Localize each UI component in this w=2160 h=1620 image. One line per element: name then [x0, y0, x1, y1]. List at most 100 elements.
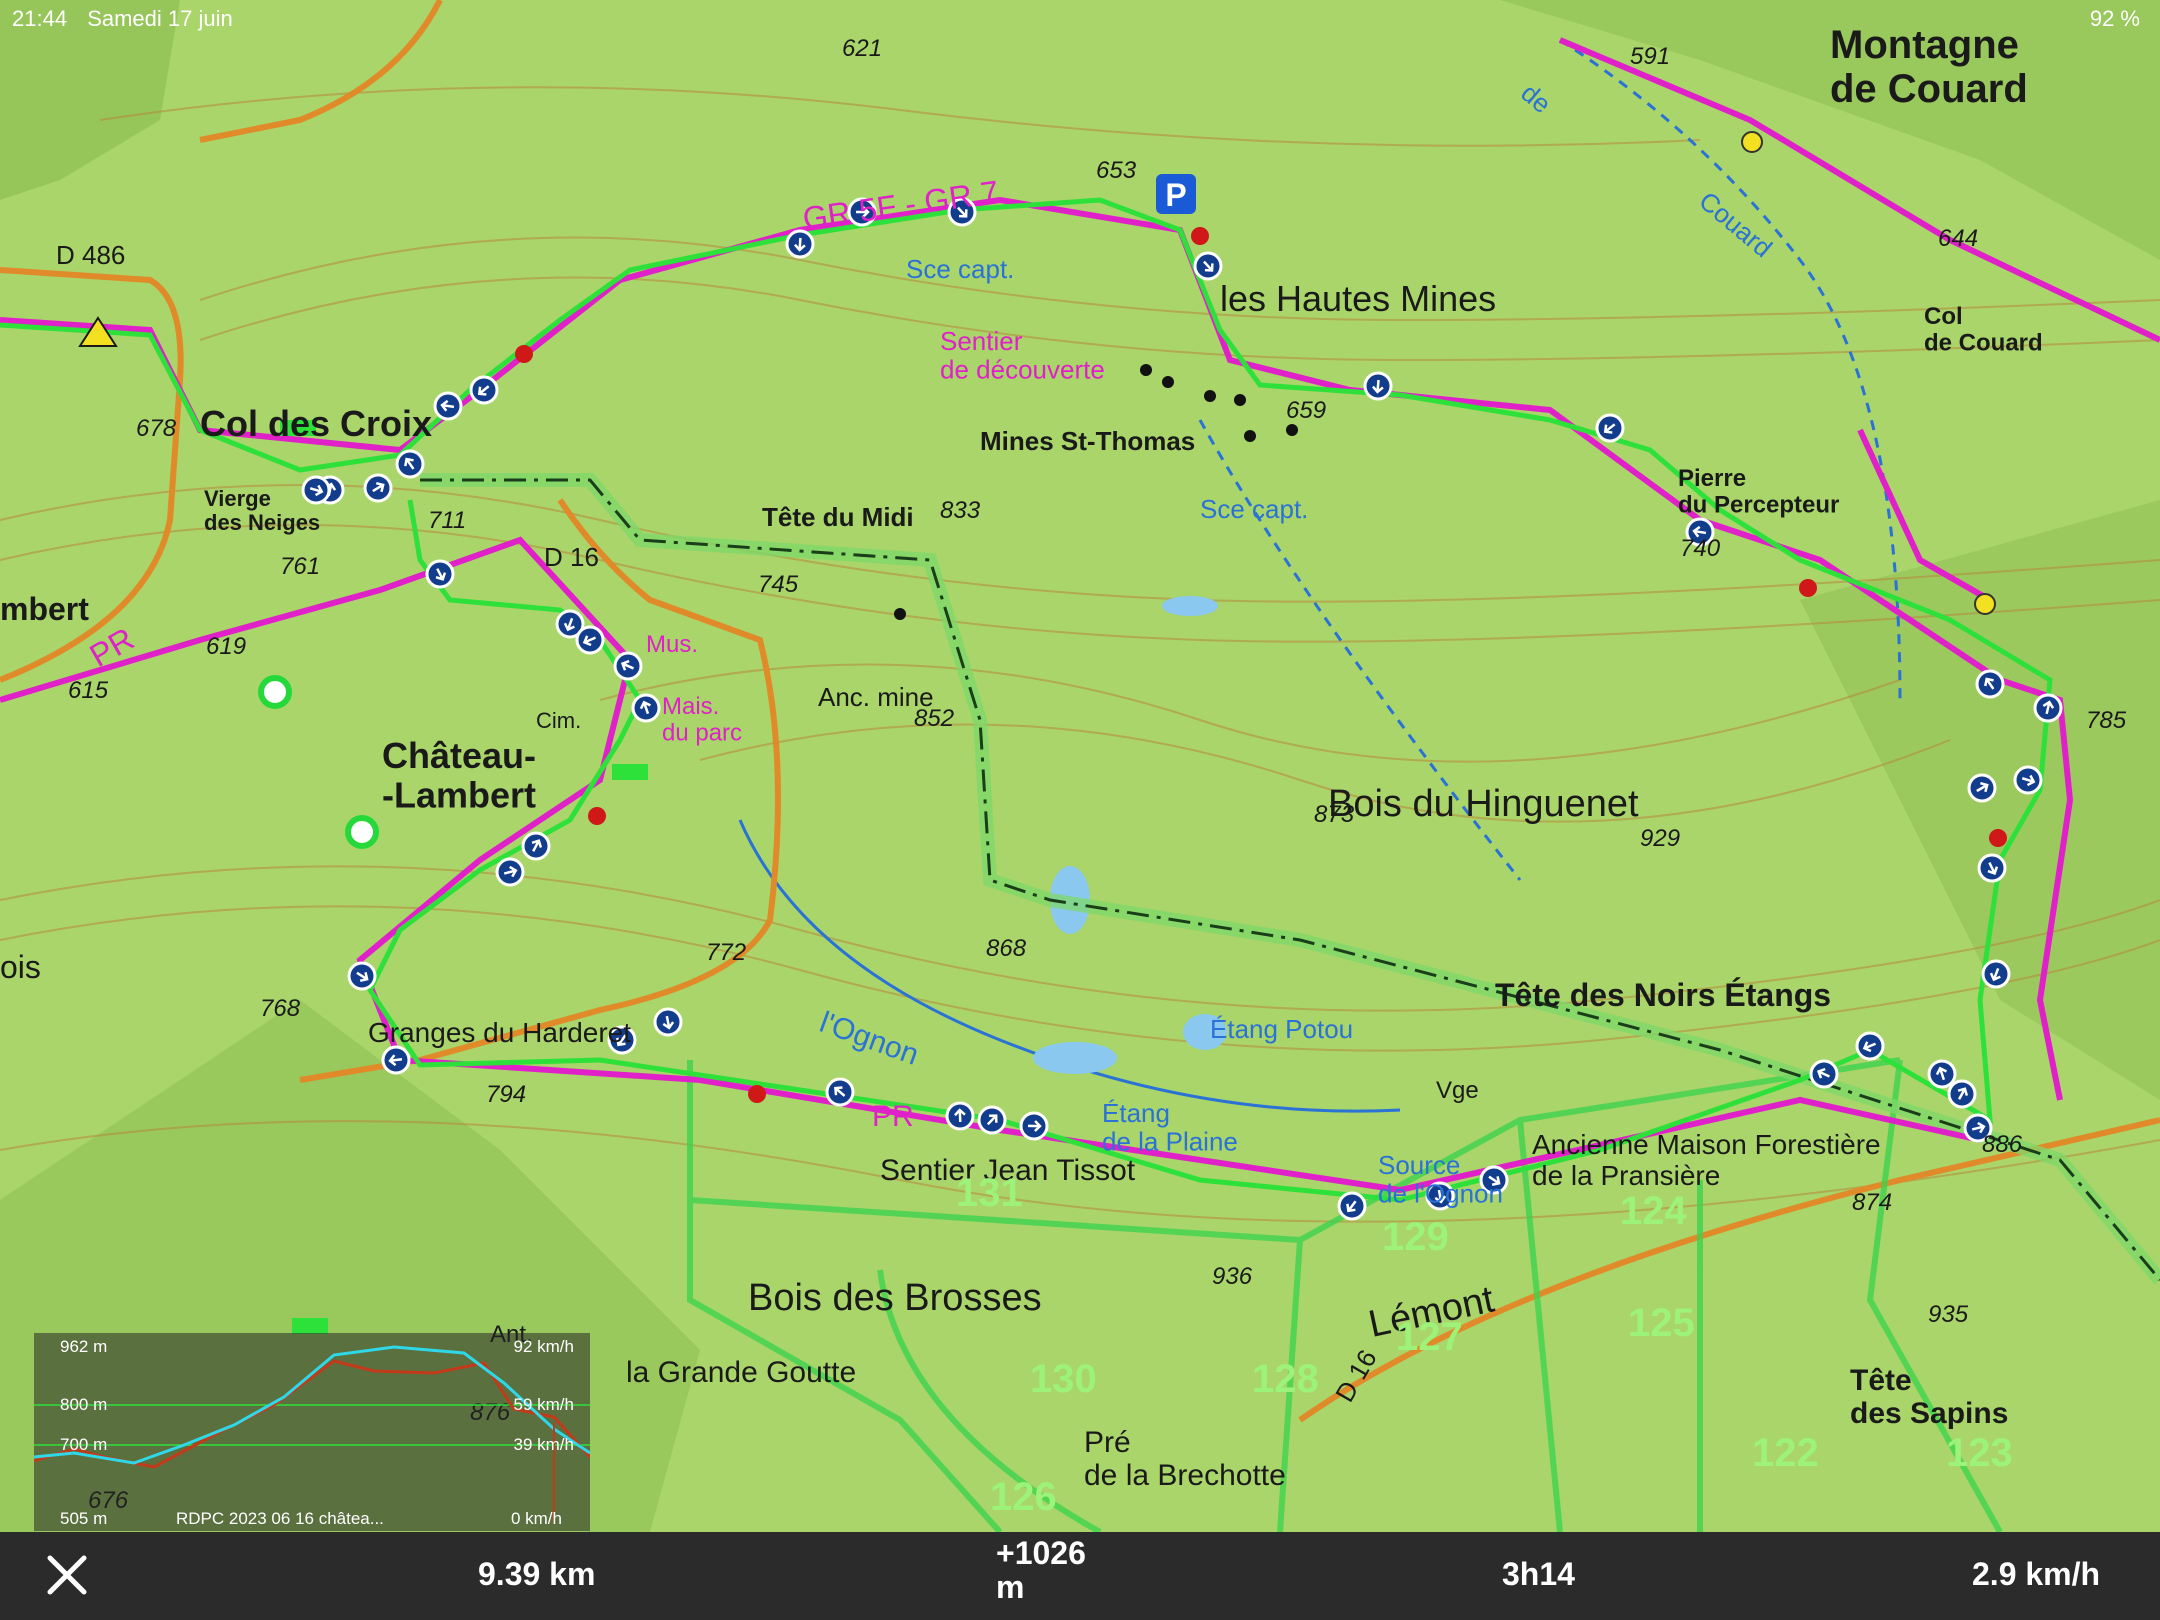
tete-noirs-etangs-label: Tête des Noirs Étangs [1495, 977, 1831, 1013]
track-direction-marker-icon [521, 831, 551, 861]
elevation-min-label: 505 m [60, 1509, 108, 1528]
altitude-a886-label: 886 [1982, 1131, 2023, 1158]
bois-brosses-label: Bois des Brosses [748, 1277, 1042, 1319]
forest-parcel-p125-label: 125 [1628, 1301, 1695, 1345]
track-direction-marker-icon [301, 475, 331, 505]
pierre-percepteur-label: Pierre [1678, 465, 1746, 492]
track-direction-marker-icon [1019, 1111, 1049, 1141]
track-direction-marker-icon [2033, 693, 2063, 723]
track-direction-marker-icon [1947, 1079, 1977, 1109]
altitude-a936-label: 936 [1212, 1263, 1253, 1290]
cim-label: Cim. [536, 708, 581, 733]
status-time: 21:44 [12, 6, 68, 31]
track-direction-marker-icon [363, 473, 393, 503]
tete-sapins-label: Tête [1850, 1364, 1912, 1397]
vierge-neiges-label: Vierge [204, 486, 271, 511]
lambert-left-label: mbert [0, 591, 89, 627]
vge-label: Vge [1436, 1077, 1479, 1104]
altitude-a785-label: 785 [2086, 707, 2127, 734]
track-direction-marker-icon [1981, 959, 2011, 989]
etang-plaine-label: Étang [1102, 1098, 1170, 1128]
forest-parcel-p122-label: 122 [1752, 1431, 1819, 1475]
elevation-800-label: 800 m [60, 1395, 108, 1414]
mines-st-thomas-label: Mines St-Thomas [980, 426, 1195, 456]
altitude-a678-label: 678 [136, 415, 177, 442]
track-direction-marker-icon [631, 693, 661, 723]
battery-level: 92 % [2089, 6, 2140, 31]
col-de-couard-label: de Couard [1924, 329, 2043, 356]
altitude-a874-label: 874 [1852, 1189, 1892, 1216]
forest-parcel-p129-label: 129 [1382, 1215, 1449, 1259]
altitude-a591-label: 591 [1630, 43, 1670, 70]
track-direction-marker-icon [1927, 1059, 1957, 1089]
altitude-a745-label: 745 [758, 571, 799, 598]
altitude-a619-label: 619 [206, 633, 246, 660]
altitude-a868-label: 868 [986, 935, 1027, 962]
altitude-a794-label: 794 [486, 1081, 526, 1108]
track-direction-marker-icon [2013, 765, 2043, 795]
track-direction-marker-icon [1967, 773, 1997, 803]
forest-parcel-p126-label: 126 [990, 1475, 1057, 1519]
col-de-couard-label: Col [1924, 303, 1963, 330]
track-direction-marker-icon [653, 1007, 683, 1037]
altitude-a621-label: 621 [842, 35, 882, 62]
sce-capt-1-label: Sce capt. [906, 254, 1014, 284]
speed-min-label: 0 km/h [510, 1509, 562, 1528]
track-direction-marker-icon [425, 559, 455, 589]
speed-39-label: 39 km/h [513, 1435, 574, 1454]
track-direction-marker-icon [433, 391, 463, 421]
grande-goutte-label: la Grande Goutte [626, 1356, 856, 1389]
track-direction-marker-icon [825, 1077, 855, 1107]
pierre-percepteur-label: du Percepteur [1678, 491, 1839, 518]
altitude-a711-label: 711 [428, 507, 466, 534]
forest-parcel-p123-label: 123 [1946, 1431, 2013, 1475]
altitude-a929-label: 929 [1640, 825, 1680, 852]
granges-harderet-label: Granges du Harderet [368, 1017, 631, 1048]
track-direction-marker-icon [1595, 413, 1625, 443]
topographic-map[interactable]: P Montagne de Couard les Hautes Mines Col d… [0, 0, 2160, 1532]
elevation-gain-value: +1026 m [996, 1535, 1086, 1605]
track-direction-marker-icon [381, 1045, 411, 1075]
altitude-a761-label: 761 [280, 553, 320, 580]
track-stats-bar: 9.39 km +1026 m 3h14 2.9 km/h [0, 1532, 2160, 1620]
hautes-mines-label: les Hautes Mines [1220, 278, 1496, 319]
track-direction-marker-icon [347, 961, 377, 991]
track-direction-marker-icon [977, 1105, 1007, 1135]
speed-max-label: 92 km/h [513, 1337, 574, 1356]
speed-59-label: 59 km/h [513, 1395, 574, 1414]
etang-plaine-label: de la Plaine [1102, 1127, 1238, 1157]
close-icon [47, 1555, 87, 1595]
road-d486-label: D 486 [56, 240, 125, 270]
chateau-lambert-label: Château- [382, 735, 536, 776]
sce-capt-2-label: Sce capt. [1200, 494, 1308, 524]
tete-sapins-label: des Sapins [1850, 1397, 2008, 1430]
forest-parcel-p131-label: 131 [956, 1171, 1023, 1215]
etang-potou-label: Étang Potou [1210, 1014, 1353, 1044]
sentier-decouverte-label: de découverte [940, 355, 1105, 385]
elevation-max-label: 962 m [60, 1337, 108, 1356]
track-direction-marker-icon [1363, 371, 1393, 401]
montagne-couard-label: Montagne [1830, 23, 2019, 67]
parking-symbol: P [1165, 177, 1186, 213]
altitude-a768-label: 768 [260, 995, 301, 1022]
track-direction-marker-icon [395, 449, 425, 479]
track-name: RDPC 2023 06 16 châtea... [176, 1509, 384, 1528]
altitude-a644-label: 644 [1938, 225, 1978, 252]
track-direction-marker-icon [1809, 1059, 1839, 1089]
bois-hinguenet-label: Bois du Hinguenet [1328, 783, 1639, 825]
track-direction-marker-icon [575, 625, 605, 655]
ois-left-label: ois [0, 949, 41, 985]
altitude-a935-label: 935 [1928, 1301, 1969, 1328]
altitude-a873-label: 873 [1314, 801, 1355, 828]
col-des-croix-label: Col des Croix [200, 403, 432, 444]
track-direction-marker-icon [1975, 669, 2005, 699]
close-button[interactable] [42, 1550, 92, 1600]
elevation-profile-panel[interactable]: 962 m 800 m 700 m 505 m 92 km/h 59 km/h … [34, 1333, 590, 1531]
status-bar-time: 21:44 Samedi 17 juin [12, 6, 233, 32]
pre-brechotte-label: Pré [1084, 1426, 1131, 1459]
altitude-a615-label: 615 [68, 677, 109, 704]
battery-indicator: 92 % [2090, 6, 2140, 32]
forest-parcel-p130-label: 130 [1030, 1357, 1097, 1401]
altitude-a659-label: 659 [1286, 397, 1326, 424]
track-direction-marker-icon [1337, 1191, 1367, 1221]
